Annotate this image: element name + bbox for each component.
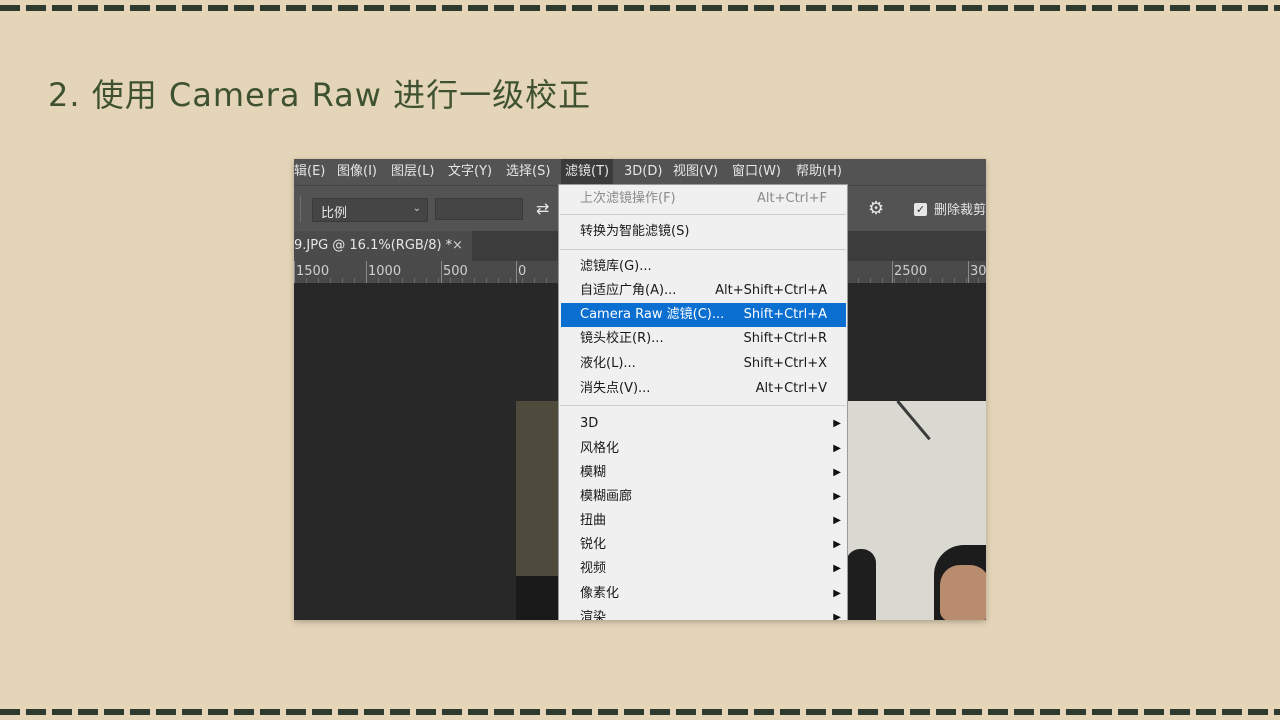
menu-item-filter-gallery[interactable]: 滤镜库(G)...	[559, 255, 847, 279]
menu-item-distort[interactable]: 扭曲 ▶	[559, 509, 847, 533]
filter-menu: 上次滤镜操作(F) Alt+Ctrl+F 转换为智能滤镜(S) 滤镜库(G)..…	[558, 184, 848, 620]
menu-item-label: 液化(L)...	[580, 356, 636, 371]
menu-3d[interactable]: 3D(D)	[624, 159, 662, 185]
menu-item-vanishing-point[interactable]: 消失点(V)... Alt+Ctrl+V	[559, 377, 847, 401]
ratio-width-input[interactable]	[435, 198, 523, 220]
menu-item-label: 视频	[580, 561, 607, 576]
submenu-arrow-icon: ▶	[833, 515, 841, 526]
document-tab-name: 9.JPG @ 16.1%(RGB/8) *	[294, 238, 453, 253]
menu-item-label: 锐化	[580, 537, 607, 552]
menu-divider	[560, 214, 846, 215]
options-divider	[300, 196, 301, 222]
menu-item-liquify[interactable]: 液化(L)... Shift+Ctrl+X	[559, 352, 847, 376]
menu-item-last-filter: 上次滤镜操作(F) Alt+Ctrl+F	[559, 187, 847, 211]
gear-icon[interactable]: ⚙	[868, 198, 884, 219]
submenu-arrow-icon: ▶	[833, 491, 841, 502]
menu-item-convert-smart-filter[interactable]: 转换为智能滤镜(S)	[559, 220, 847, 244]
submenu-arrow-icon: ▶	[833, 418, 841, 429]
menu-item-camera-raw-filter[interactable]: Camera Raw 滤镜(C)... Shift+Ctrl+A	[561, 303, 846, 327]
menu-item-label: 3D	[580, 416, 599, 431]
menu-item-blur[interactable]: 模糊 ▶	[559, 461, 847, 485]
menu-item-label: 上次滤镜操作(F)	[580, 191, 676, 206]
menu-help[interactable]: 帮助(H)	[796, 159, 842, 185]
menu-layer[interactable]: 图层(L)	[391, 159, 434, 185]
ruler-tick: 0	[515, 261, 527, 283]
menu-item-shortcut: Alt+Shift+Ctrl+A	[715, 283, 827, 298]
bottom-border	[0, 704, 1280, 720]
menu-item-video[interactable]: 视频 ▶	[559, 557, 847, 581]
menu-item-shortcut: Shift+Ctrl+R	[743, 331, 828, 346]
ruler-tick: 1000	[365, 261, 402, 283]
ratio-select-value: 比例	[321, 206, 348, 221]
photoshop-screenshot: 辑(E) 图像(I) 图层(L) 文字(Y) 选择(S) 滤镜(T) 3D(D)…	[294, 159, 986, 620]
ruler-tick: 2500	[891, 261, 928, 283]
menu-item-shortcut: Shift+Ctrl+A	[743, 307, 827, 322]
menu-select[interactable]: 选择(S)	[506, 159, 550, 185]
top-border	[0, 0, 1280, 16]
menu-item-sharpen[interactable]: 锐化 ▶	[559, 533, 847, 557]
menu-edit[interactable]: 辑(E)	[294, 159, 325, 185]
menu-divider	[560, 249, 846, 250]
menu-item-label: 像素化	[580, 586, 620, 601]
close-icon[interactable]: ×	[452, 231, 463, 261]
submenu-arrow-icon: ▶	[833, 539, 841, 550]
chevron-down-icon: ⌄	[412, 203, 421, 214]
menu-item-label: 滤镜库(G)...	[580, 259, 652, 274]
menu-type[interactable]: 文字(Y)	[448, 159, 492, 185]
submenu-arrow-icon: ▶	[833, 467, 841, 478]
slide-title: 2. 使用 Camera Raw 进行一级校正	[48, 76, 592, 114]
menu-item-label: 模糊画廊	[580, 489, 633, 504]
submenu-arrow-icon: ▶	[833, 612, 841, 620]
submenu-arrow-icon: ▶	[833, 443, 841, 454]
menu-filter[interactable]: 滤镜(T)	[561, 159, 614, 185]
menu-item-shortcut: Shift+Ctrl+X	[743, 356, 827, 371]
submenu-arrow-icon: ▶	[833, 588, 841, 599]
menu-item-shortcut: Alt+Ctrl+V	[755, 381, 827, 396]
menu-item-adaptive-wide-angle[interactable]: 自适应广角(A)... Alt+Shift+Ctrl+A	[559, 279, 847, 303]
menu-item-pixelate[interactable]: 像素化 ▶	[559, 582, 847, 606]
swap-icon[interactable]: ⇄	[536, 199, 549, 218]
menu-view[interactable]: 视图(V)	[673, 159, 718, 185]
menu-item-shortcut: Alt+Ctrl+F	[757, 191, 827, 206]
delete-cropped-checkbox[interactable]: ✓	[914, 203, 927, 216]
menu-item-lens-correction[interactable]: 镜头校正(R)... Shift+Ctrl+R	[559, 327, 847, 351]
menu-item-blur-gallery[interactable]: 模糊画廊 ▶	[559, 485, 847, 509]
submenu-arrow-icon: ▶	[833, 563, 841, 574]
ruler-tick: 1500	[294, 261, 330, 283]
menu-item-label: 自适应广角(A)...	[580, 283, 677, 298]
menu-item-label: 消失点(V)...	[580, 381, 651, 396]
menu-image[interactable]: 图像(I)	[337, 159, 377, 185]
delete-cropped-label: 删除裁剪	[934, 203, 986, 218]
menu-item-label: Camera Raw 滤镜(C)...	[580, 307, 725, 322]
menu-item-3d[interactable]: 3D ▶	[559, 412, 847, 436]
menu-divider	[560, 405, 846, 406]
menu-item-label: 模糊	[580, 465, 607, 480]
menu-item-label: 扭曲	[580, 513, 607, 528]
ruler-tick: 30	[968, 261, 986, 283]
document-tab[interactable]: 9.JPG @ 16.1%(RGB/8) * ×	[294, 231, 472, 261]
menu-window[interactable]: 窗口(W)	[732, 159, 781, 185]
menu-item-stylize[interactable]: 风格化 ▶	[559, 437, 847, 461]
menu-item-label: 渲染	[580, 610, 607, 620]
ruler-tick: 500	[441, 261, 468, 283]
menu-bar: 辑(E) 图像(I) 图层(L) 文字(Y) 选择(S) 滤镜(T) 3D(D)…	[294, 159, 986, 185]
menu-item-render[interactable]: 渲染 ▶	[559, 606, 847, 620]
menu-item-label: 风格化	[580, 441, 620, 456]
ratio-select[interactable]: 比例 ⌄	[312, 198, 428, 222]
menu-item-label: 转换为智能滤镜(S)	[580, 224, 690, 239]
menu-item-label: 镜头校正(R)...	[580, 331, 664, 346]
